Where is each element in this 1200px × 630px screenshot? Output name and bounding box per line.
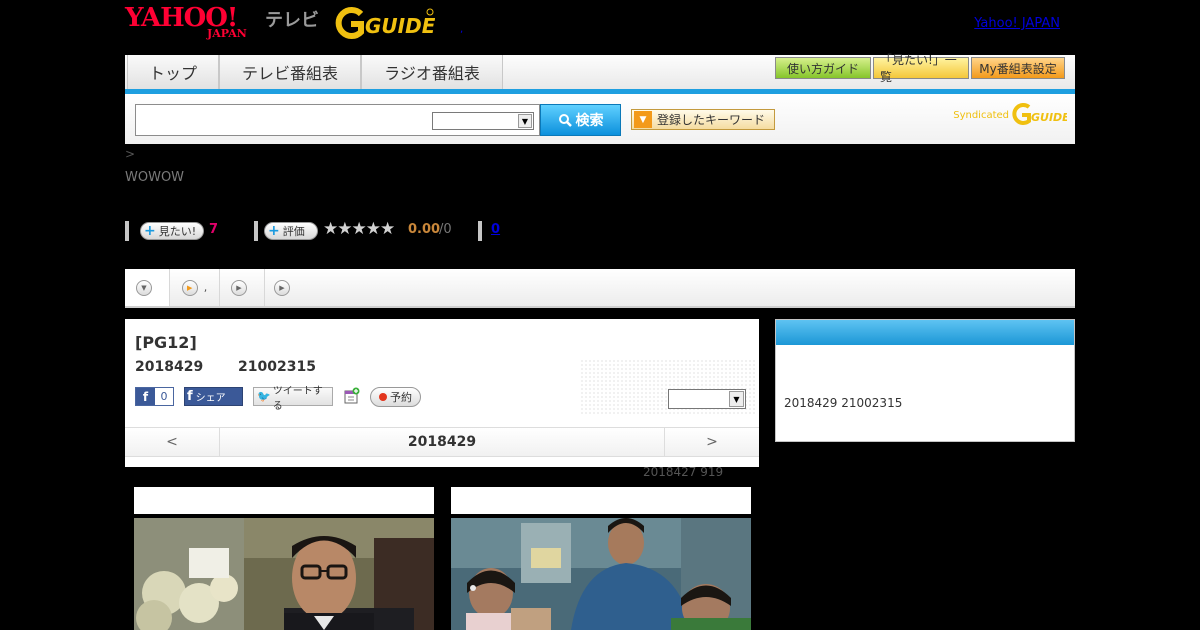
search-button-label: 検索 — [575, 113, 604, 129]
program-stats: + 見たい! 7 + 評価 ★★★★★ 0.00 /0 0 — [125, 219, 725, 243]
facebook-icon: f — [136, 388, 155, 405]
chevron-down-icon: ▼ — [518, 114, 532, 128]
side-panel-broadcast-info: 2018429 21002315 — [784, 396, 903, 410]
channel-name: WOWOW — [125, 170, 185, 185]
tab-program-info[interactable]: ▼ — [125, 269, 170, 306]
usage-guide-button[interactable]: 使い方ガイド — [775, 57, 871, 79]
search-button[interactable]: 検索 — [540, 104, 621, 136]
record-reservation-button[interactable]: 予約 — [370, 387, 421, 407]
side-panel-header — [776, 320, 1074, 345]
yahoo-japan-logo[interactable]: YAHOO! JAPAN — [125, 3, 261, 43]
chevron-down-icon: ▼ — [136, 279, 152, 296]
watchlist-button[interactable]: 「見たい!」一覧 — [873, 53, 969, 84]
facebook-icon: f — [187, 389, 193, 404]
plus-icon: + — [144, 223, 156, 239]
syndicated-gguide-badge: Syndicated GUIDE — [953, 102, 1067, 126]
chevron-down-icon: ▼ — [729, 391, 744, 407]
yahoo-logo-subtext: JAPAN — [207, 27, 247, 40]
add-calendar-icon[interactable] — [344, 387, 360, 405]
gguide-small-logo-icon: GUIDE — [1012, 103, 1067, 125]
syndicated-label: Syndicated — [953, 110, 1009, 121]
program-detail-panel: [PG12] 2018429 21002315 f 0 f シェア 🐦 ツイート… — [125, 319, 759, 467]
triangle-down-icon: ▼ — [634, 111, 652, 128]
program-date: 2018429 — [135, 359, 204, 375]
svg-text:GUIDE: GUIDE — [1031, 111, 1067, 124]
search-bar: ▼ 検索 ▼ 登録したキーワード Syndicated GUIDE — [125, 94, 1075, 144]
stat-divider — [478, 221, 482, 241]
program-time: 21002315 — [238, 359, 316, 375]
stat-divider — [254, 221, 258, 241]
want-to-watch-count: 7 — [209, 222, 219, 237]
search-category-select[interactable]: ▼ — [432, 112, 534, 130]
thumbnail-caption-bar — [451, 487, 751, 514]
calendar-plus-icon — [344, 387, 360, 404]
rate-button[interactable]: + 評価 — [264, 222, 318, 240]
current-date: 2018429 — [407, 434, 477, 450]
svg-text:GUIDE: GUIDE — [365, 14, 435, 38]
record-dot-icon — [379, 393, 387, 401]
my-listing-settings-button[interactable]: My番組表設定 — [971, 57, 1065, 79]
reservation-label: 予約 — [390, 391, 412, 404]
still-image-family-scene — [451, 518, 751, 630]
thumbnail-caption-bar — [134, 487, 434, 514]
previous-day-button[interactable]: < — [125, 428, 220, 456]
nav-tab-top[interactable]: トップ — [127, 55, 219, 89]
nav-tab-radio-listings[interactable]: ラジオ番組表 — [361, 55, 503, 89]
saved-keywords-label: 登録したキーワード — [657, 113, 766, 127]
tweet-label: ツイートする — [272, 385, 323, 412]
content-tabs: ▼ ▶ , ▶ ▶ — [125, 269, 1075, 308]
facebook-like-button[interactable]: f 0 — [135, 387, 174, 406]
plus-icon: + — [268, 223, 280, 239]
program-still-image[interactable] — [451, 487, 751, 630]
header-small-link[interactable]: , — [460, 24, 463, 35]
program-title: [PG12] — [135, 333, 197, 352]
last-updated: 2018427 919 — [643, 465, 724, 479]
rate-label: 評価 — [282, 225, 305, 238]
nav-utility-buttons: 使い方ガイド 「見たい!」一覧 My番組表設定 — [775, 53, 1065, 84]
program-still-image[interactable] — [134, 487, 434, 630]
nav-tabs: トップ テレビ番組表 ラジオ番組表 — [127, 55, 503, 89]
play-icon: ▶ — [231, 279, 247, 296]
search-icon — [558, 114, 572, 127]
rating-score: 0.00 — [408, 222, 441, 237]
rating-stars: ★★★★★ — [323, 219, 395, 239]
tab-label: , — [203, 281, 208, 294]
want-to-watch-button[interactable]: + 見たい! — [140, 222, 204, 240]
facebook-like-count: 0 — [155, 388, 173, 405]
yahoo-japan-link[interactable]: Yahoo! JAPAN — [974, 16, 1060, 31]
global-nav: トップ テレビ番組表 ラジオ番組表 使い方ガイド 「見たい!」一覧 My番組表設… — [125, 53, 1075, 94]
stat-divider — [125, 221, 129, 241]
breadcrumb[interactable]: > — [125, 147, 135, 161]
tweet-button[interactable]: 🐦 ツイートする — [253, 386, 333, 412]
recorder-select[interactable]: ▼ — [668, 389, 746, 409]
rating-count: /0 — [439, 222, 452, 237]
gguide-logo[interactable]: GUIDE — [335, 6, 436, 40]
date-navigation: < 2018429 > — [125, 427, 759, 457]
review-count-link[interactable]: 0 — [491, 222, 500, 237]
next-day-button[interactable]: > — [664, 428, 759, 456]
facebook-share-button[interactable]: f シェア — [184, 387, 243, 406]
facebook-share-label: シェア — [195, 393, 226, 404]
still-image-funeral-scene — [134, 518, 434, 630]
saved-keywords-button[interactable]: ▼ 登録したキーワード — [631, 109, 775, 130]
tab-more[interactable]: ▶ — [265, 269, 305, 306]
nav-tab-tv-listings[interactable]: テレビ番組表 — [219, 55, 361, 89]
gguide-logo-icon: GUIDE — [335, 7, 436, 39]
site-header: YAHOO! JAPAN テレビ GUIDE , Yahoo! JAPAN — [125, 0, 1075, 52]
want-to-watch-label: 見たい! — [158, 225, 197, 238]
twitter-bird-icon: 🐦 — [257, 390, 271, 403]
side-panel: 2018429 21002315 — [775, 319, 1075, 442]
play-icon: ▶ — [274, 279, 290, 296]
tab-related[interactable]: ▶ , — [170, 269, 220, 306]
tab-reviews[interactable]: ▶ — [220, 269, 265, 306]
play-icon: ▶ — [181, 279, 198, 296]
tv-logo[interactable]: テレビ — [265, 6, 319, 32]
